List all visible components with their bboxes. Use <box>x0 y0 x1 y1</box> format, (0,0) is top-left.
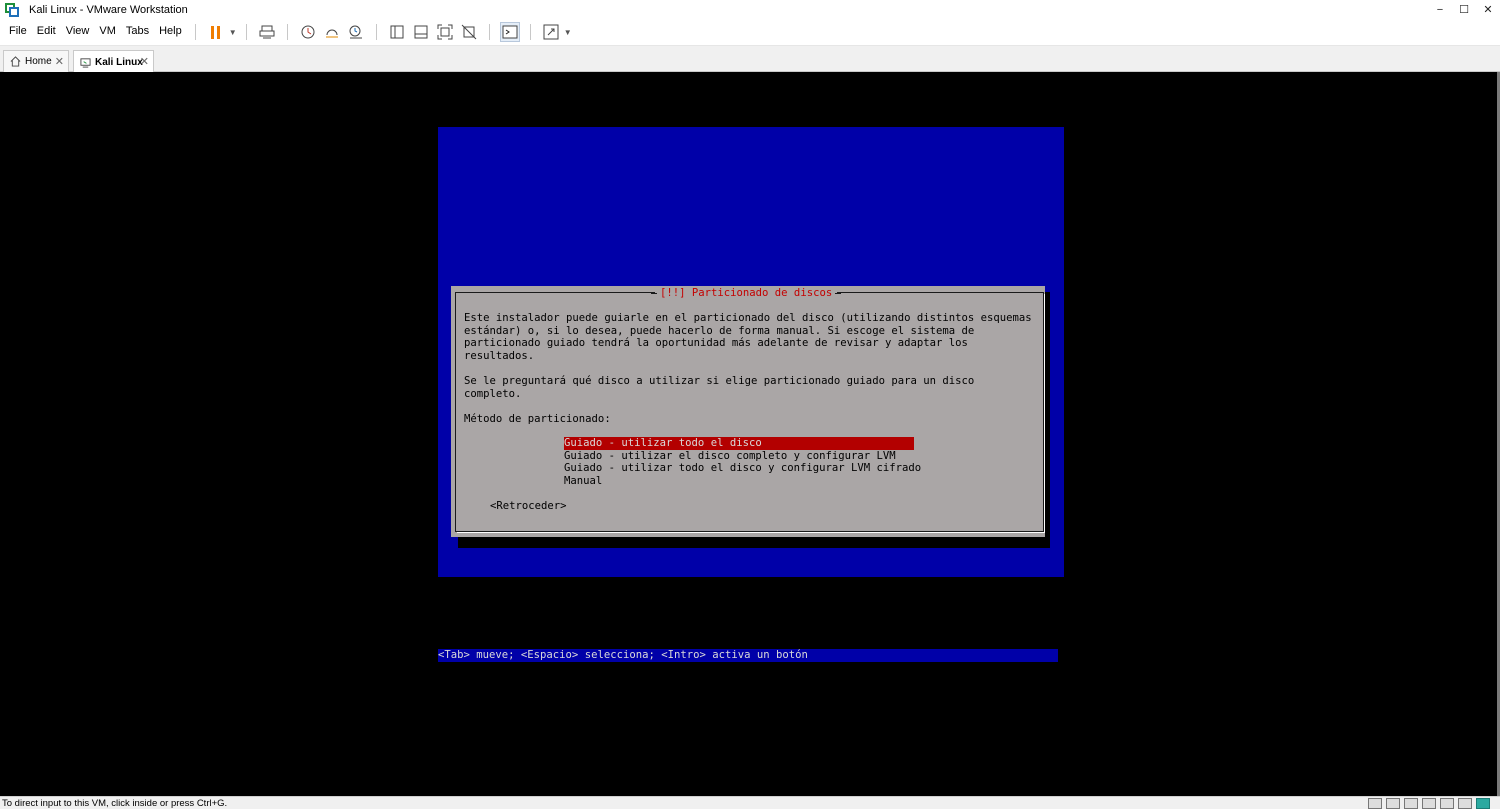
keyboard-help-bar: <Tab> mueve; <Espacio> selecciona; <Intr… <box>438 649 1058 662</box>
menu-file[interactable]: File <box>4 19 32 46</box>
cd-drive-icon[interactable] <box>1386 798 1400 809</box>
window-controls: − ☐ ✕ <box>1428 0 1500 19</box>
display-icon[interactable] <box>1458 798 1472 809</box>
window-title: Kali Linux - VMware Workstation <box>29 3 188 16</box>
stretch-dropdown-icon[interactable]: ▼ <box>563 22 573 42</box>
toolbar-separator <box>286 24 288 40</box>
close-tab-icon[interactable]: ✕ <box>140 55 149 68</box>
status-message: To direct input to this VM, click inside… <box>2 798 228 809</box>
dialog-title: [!!] Particionado de discos <box>650 287 842 300</box>
menu-toolbar: File Edit View VM Tabs Help ▼ ▼ <box>0 19 1500 46</box>
message-log-icon[interactable] <box>1476 798 1490 809</box>
full-screen-icon[interactable] <box>435 22 455 42</box>
close-button[interactable]: ✕ <box>1476 0 1500 19</box>
network-adapter-icon[interactable] <box>1404 798 1418 809</box>
toolbar-separator <box>245 24 247 40</box>
option-guided-encrypted-lvm[interactable]: Guiado - utilizar todo el disco y config… <box>564 462 921 475</box>
revert-snapshot-icon[interactable] <box>322 22 342 42</box>
stretch-guest-icon[interactable] <box>541 22 561 42</box>
device-icons <box>1368 798 1490 809</box>
menu-view[interactable]: View <box>61 19 95 46</box>
method-label: Método de particionado: <box>464 412 611 425</box>
show-library-icon[interactable] <box>387 22 407 42</box>
thumbnail-bar-icon[interactable] <box>411 22 431 42</box>
toolbar-separator <box>488 24 490 40</box>
close-tab-icon[interactable]: ✕ <box>55 55 64 68</box>
toolbar-separator <box>529 24 531 40</box>
menu-vm[interactable]: VM <box>94 19 121 46</box>
minimize-button[interactable]: − <box>1428 0 1452 19</box>
tab-kali-linux[interactable]: Kali Linux ✕ <box>73 50 154 73</box>
status-bar: To direct input to this VM, click inside… <box>0 796 1500 809</box>
title-bar: Kali Linux - VMware Workstation − ☐ ✕ <box>0 0 1500 19</box>
option-manual[interactable]: Manual <box>564 475 602 488</box>
menu-help[interactable]: Help <box>154 19 187 46</box>
vm-icon <box>79 56 91 68</box>
toolbar-separator <box>194 24 196 40</box>
usb-controller-icon[interactable] <box>1422 798 1436 809</box>
hard-disk-icon[interactable] <box>1368 798 1382 809</box>
go-back-button[interactable]: <Retroceder> <box>490 500 567 513</box>
vmware-logo-icon <box>5 2 19 17</box>
home-icon <box>9 56 21 68</box>
pause-icon[interactable] <box>206 22 226 42</box>
menu-edit[interactable]: Edit <box>32 19 61 46</box>
maximize-button[interactable]: ☐ <box>1452 0 1476 19</box>
console-view-icon[interactable] <box>499 22 520 42</box>
toolbar-separator <box>375 24 377 40</box>
snapshot-manager-icon[interactable] <box>346 22 366 42</box>
power-dropdown-icon[interactable]: ▼ <box>228 22 238 42</box>
sound-card-icon[interactable] <box>1440 798 1454 809</box>
tab-home[interactable]: Home ✕ <box>3 50 69 72</box>
menu-tabs[interactable]: Tabs <box>121 19 154 46</box>
tab-label: Kali Linux <box>95 56 143 68</box>
tab-label: Home <box>25 56 52 67</box>
snapshot-icon[interactable] <box>298 22 318 42</box>
option-guided-entire-disk[interactable]: Guiado - utilizar todo el disco <box>564 437 914 450</box>
dialog-description: Este instalador puede guiarle en el part… <box>464 312 1032 425</box>
tab-bar: Home ✕ Kali Linux ✕ <box>0 46 1500 73</box>
description-paragraph-2: Se le preguntará qué disco a utilizar si… <box>464 374 975 400</box>
description-paragraph-1: Este instalador puede guiarle en el part… <box>464 312 1032 362</box>
unity-icon[interactable] <box>459 22 479 42</box>
send-ctrl-alt-del-icon[interactable] <box>257 22 277 42</box>
